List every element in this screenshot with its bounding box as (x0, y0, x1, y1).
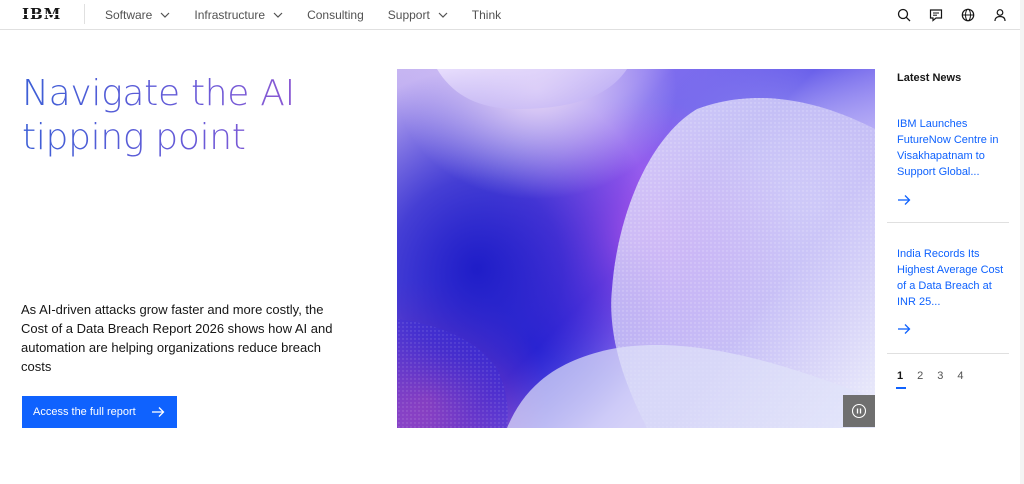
chevron-down-icon (160, 12, 170, 18)
ibm-logo[interactable]: IBM (22, 6, 62, 22)
hero-title: Navigate the AI tipping point (22, 72, 352, 160)
divider (84, 4, 85, 24)
nav-item-software[interactable]: Software (105, 8, 170, 22)
nav-item-consulting[interactable]: Consulting (307, 8, 364, 22)
arrow-right-icon (152, 407, 165, 417)
nav-label: Support (387, 8, 430, 22)
chevron-down-icon (273, 12, 283, 18)
page-2[interactable]: 2 (917, 370, 923, 386)
nav-label: Infrastructure (194, 8, 266, 22)
news-headline-link[interactable]: India Records Its Highest Average Cost o… (897, 246, 1009, 310)
pause-icon (851, 403, 867, 419)
pause-button[interactable] (843, 395, 875, 427)
hero-image (397, 69, 875, 428)
top-navigation: IBM Software Infrastructure Consulting S… (0, 0, 1024, 30)
nav-label: Consulting (307, 8, 364, 22)
chat-icon[interactable] (920, 0, 952, 30)
scrollbar-track[interactable] (1020, 0, 1024, 484)
nav-label: Software (105, 8, 153, 22)
main-nav: Software Infrastructure Consulting Suppo… (105, 0, 525, 30)
search-icon[interactable] (888, 0, 920, 30)
page-4[interactable]: 4 (957, 370, 963, 386)
globe-icon[interactable] (952, 0, 984, 30)
nav-item-support[interactable]: Support (388, 8, 448, 22)
chevron-down-icon (438, 12, 448, 18)
nav-item-infrastructure[interactable]: Infrastructure (194, 8, 283, 22)
news-title: Latest News (897, 72, 962, 84)
news-pagination: 1 2 3 4 (895, 370, 978, 389)
header-actions (888, 0, 1016, 30)
arrow-right-icon[interactable] (897, 322, 911, 336)
news-card: India Records Its Highest Average Cost o… (887, 246, 1009, 354)
page-1[interactable]: 1 (895, 370, 907, 389)
access-report-button[interactable]: Access the full report (22, 396, 177, 428)
nav-label: Think (471, 8, 502, 22)
user-icon[interactable] (984, 0, 1016, 30)
hero-description: As AI-driven attacks grow faster and mor… (21, 302, 333, 374)
news-card: IBM Launches FutureNow Centre in Visakha… (887, 116, 1009, 223)
nav-item-think[interactable]: Think (472, 8, 501, 22)
arrow-right-icon[interactable] (897, 193, 911, 207)
logo-text: IBM (22, 5, 62, 23)
page-3[interactable]: 3 (937, 370, 943, 386)
glass-shapes-graphic (397, 69, 875, 428)
news-headline-link[interactable]: IBM Launches FutureNow Centre in Visakha… (897, 116, 1009, 180)
cta-label: Access the full report (33, 406, 136, 418)
